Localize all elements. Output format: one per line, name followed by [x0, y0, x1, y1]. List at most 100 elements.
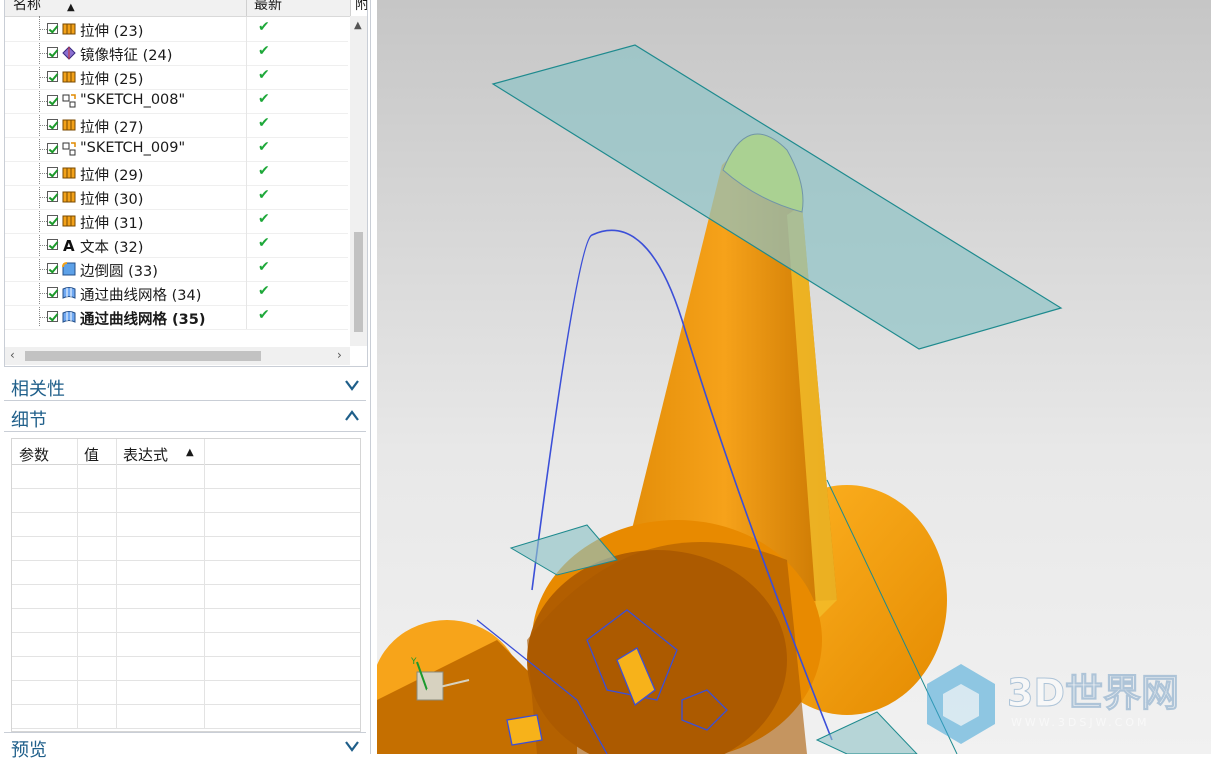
column-header-latest[interactable]: 最新	[254, 0, 282, 12]
feature-label: 通过曲线网格 (34)	[80, 288, 202, 304]
details-section[interactable]: 细节	[4, 403, 366, 432]
edge-blend-icon	[61, 261, 77, 277]
details-table-header: 参数 值 表达式 ▲	[12, 439, 360, 465]
tree-row[interactable]: 通过曲线网格 (35) ✔	[5, 305, 348, 330]
feature-label: 边倒圆 (33)	[80, 264, 158, 280]
tree-row[interactable]: A 文本 (32) ✔	[5, 233, 348, 258]
table-row-divider	[12, 608, 360, 609]
tree-row[interactable]: 拉伸 (27) ✔	[5, 113, 348, 138]
up-to-date-check-icon: ✔	[258, 259, 270, 275]
table-row-divider	[12, 512, 360, 513]
preview-section[interactable]: 预览	[4, 732, 366, 761]
watermark-logo: 3D世界网 WWW.3DSJW.COM	[927, 664, 1179, 744]
feature-label: 文本 (32)	[80, 240, 144, 256]
visibility-checkbox[interactable]	[47, 167, 58, 178]
table-row-divider	[12, 488, 360, 489]
table-row-divider	[12, 704, 360, 705]
column-header-attached[interactable]: 附	[355, 0, 367, 12]
tree-connector-branch	[39, 173, 47, 174]
feature-label: 拉伸 (27)	[80, 120, 144, 136]
feature-label: 镜像特征 (24)	[80, 48, 173, 64]
extrude-icon	[61, 69, 77, 85]
up-to-date-check-icon: ✔	[258, 91, 270, 107]
chevron-up-icon[interactable]	[344, 408, 360, 424]
svg-text:A: A	[63, 237, 75, 253]
column-header-expression[interactable]: 表达式	[123, 444, 168, 465]
visibility-checkbox[interactable]	[47, 287, 58, 298]
sketch-icon	[61, 141, 77, 157]
vertical-scrollbar[interactable]: ▲	[350, 16, 367, 346]
tree-connector-branch	[39, 29, 47, 30]
up-to-date-check-icon: ✔	[258, 163, 270, 179]
tree-row[interactable]: 边倒圆 (33) ✔	[5, 257, 348, 282]
sort-ascending-icon[interactable]: ▲	[186, 447, 194, 458]
tree-row[interactable]: "SKETCH_009" ✔	[5, 137, 348, 162]
scroll-up-icon[interactable]: ▲	[354, 20, 362, 31]
feature-label: 拉伸 (30)	[80, 192, 144, 208]
details-table: 参数 值 表达式 ▲	[11, 438, 361, 732]
up-to-date-check-icon: ✔	[258, 19, 270, 35]
tree-connector-branch	[39, 101, 47, 102]
column-header-value[interactable]: 值	[84, 444, 99, 465]
tree-row[interactable]: 通过曲线网格 (34) ✔	[5, 281, 348, 306]
sort-ascending-icon[interactable]: ▲	[67, 1, 75, 15]
up-to-date-check-icon: ✔	[258, 139, 270, 155]
visibility-checkbox[interactable]	[47, 239, 58, 250]
tree-row[interactable]: 镜像特征 (24) ✔	[5, 41, 348, 66]
up-to-date-check-icon: ✔	[258, 115, 270, 131]
table-row-divider	[12, 632, 360, 633]
extrude-icon	[61, 165, 77, 181]
scroll-right-icon[interactable]: ›	[337, 348, 342, 362]
through-curve-mesh-icon	[61, 285, 77, 301]
visibility-checkbox[interactable]	[47, 143, 58, 154]
visibility-checkbox[interactable]	[47, 215, 58, 226]
up-to-date-check-icon: ✔	[258, 187, 270, 203]
up-to-date-check-icon: ✔	[258, 283, 270, 299]
visibility-checkbox[interactable]	[47, 263, 58, 274]
feature-label: 拉伸 (31)	[80, 216, 144, 232]
tree-row[interactable]: 拉伸 (31) ✔	[5, 209, 348, 234]
chevron-down-icon[interactable]	[344, 738, 360, 754]
feature-label: 拉伸 (29)	[80, 168, 144, 184]
up-to-date-check-icon: ✔	[258, 307, 270, 323]
extrude-icon	[61, 189, 77, 205]
tree-connector-branch	[39, 77, 47, 78]
column-header-name[interactable]: 名称	[13, 0, 41, 12]
dependencies-section[interactable]: 相关性	[4, 372, 366, 401]
preview-title: 预览	[11, 740, 47, 761]
sketch-icon	[61, 93, 77, 109]
up-to-date-check-icon: ✔	[258, 211, 270, 227]
tree-row[interactable]: 拉伸 (29) ✔	[5, 161, 348, 186]
horizontal-scrollbar[interactable]: ‹ ›	[5, 347, 350, 365]
tree-row[interactable]: "SKETCH_008" ✔	[5, 89, 348, 114]
extrude-icon	[61, 213, 77, 229]
chevron-down-icon[interactable]	[344, 377, 360, 393]
graphics-viewport[interactable]: Y	[377, 0, 1211, 754]
visibility-checkbox[interactable]	[47, 95, 58, 106]
text-feature-icon: A	[61, 237, 77, 255]
tree-row[interactable]: 拉伸 (23) ✔	[5, 17, 348, 42]
scroll-thumb[interactable]	[354, 232, 363, 332]
table-row-divider	[12, 656, 360, 657]
tree-row[interactable]: 拉伸 (30) ✔	[5, 185, 348, 210]
svg-text:Y: Y	[410, 657, 417, 667]
scroll-left-icon[interactable]: ‹	[10, 348, 15, 362]
tree-connector-branch	[39, 269, 47, 270]
visibility-checkbox[interactable]	[47, 71, 58, 82]
tree-row[interactable]: 拉伸 (25) ✔	[5, 65, 348, 90]
visibility-checkbox[interactable]	[47, 191, 58, 202]
visibility-checkbox[interactable]	[47, 23, 58, 34]
table-row-divider	[12, 584, 360, 585]
tree-connector-branch	[39, 245, 47, 246]
h-scroll-thumb[interactable]	[25, 351, 261, 361]
through-curve-mesh-icon	[61, 309, 77, 325]
column-header-parameter[interactable]: 参数	[19, 444, 49, 465]
watermark-url: WWW.3DSJW.COM	[1011, 716, 1150, 729]
visibility-checkbox[interactable]	[47, 311, 58, 322]
visibility-checkbox[interactable]	[47, 119, 58, 130]
feature-label: 拉伸 (25)	[80, 72, 144, 88]
mirror-feature-icon	[61, 45, 77, 61]
visibility-checkbox[interactable]	[47, 47, 58, 58]
table-row-divider	[12, 536, 360, 537]
feature-label: 拉伸 (23)	[80, 24, 144, 40]
